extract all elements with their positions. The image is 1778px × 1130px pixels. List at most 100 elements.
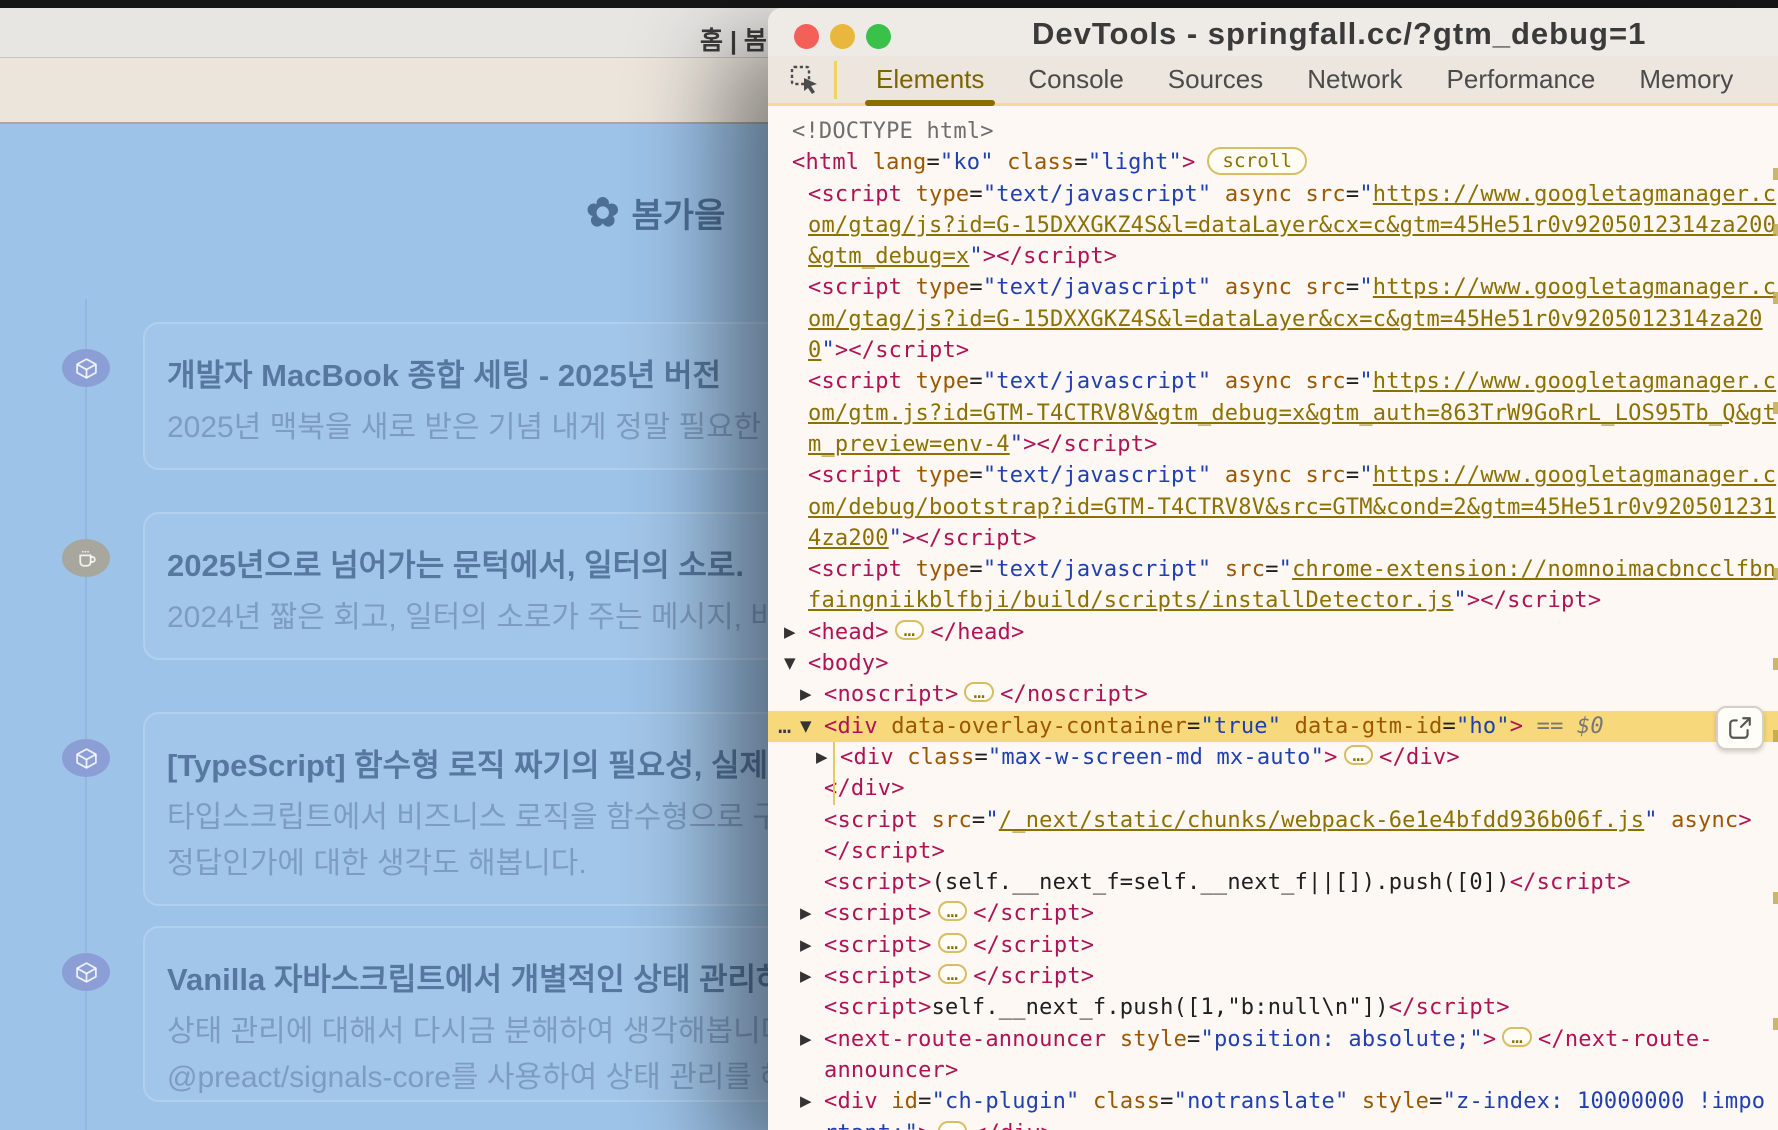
expand-inline-icon[interactable]: …: [1502, 1027, 1532, 1047]
elements-tree-row[interactable]: om/gtag/js?id=G-15DXXGKZ4S&l=dataLayer&c…: [768, 210, 1778, 241]
elements-tree-row[interactable]: announcer>: [768, 1055, 1778, 1086]
code-token: type: [916, 275, 970, 300]
elements-tree-row[interactable]: rtant;">…</div>: [768, 1118, 1778, 1130]
expand-inline-icon[interactable]: …: [938, 901, 968, 921]
post-summary-line: 상태 관리에 대해서 다시금 분해하여 생각해봅니다. 프론: [167, 1006, 860, 1050]
code-token: rtant;": [824, 1121, 918, 1130]
elements-tree-row[interactable]: om/gtag/js?id=G-15DXXGKZ4S&l=dataLayer&c…: [768, 304, 1778, 335]
code-token: [1281, 714, 1294, 739]
code-token: </div>: [824, 776, 905, 801]
code-token: ></script>: [1467, 588, 1601, 613]
site-logo[interactable]: ✿ 봄가을: [586, 188, 725, 237]
inspect-element-icon[interactable]: [788, 63, 822, 97]
elements-tree-row[interactable]: m_preview=env-4"></script>: [768, 429, 1778, 460]
elements-tree-row[interactable]: 0"></script>: [768, 335, 1778, 366]
elements-tree-row[interactable]: ▶<noscript>…</noscript>: [768, 679, 1778, 710]
disclosure-triangle-icon[interactable]: ▶: [816, 742, 840, 773]
code-token: [878, 1089, 891, 1114]
elements-tree-row[interactable]: 4za200"></script>: [768, 523, 1778, 554]
code-token: data-gtm-id: [1295, 714, 1443, 739]
elements-tree-panel[interactable]: <!DOCTYPE html><html lang="ko" class="li…: [768, 106, 1778, 1130]
scroll-badge[interactable]: scroll: [1207, 147, 1307, 175]
tab-sources[interactable]: Sources: [1151, 56, 1280, 103]
elements-tree-row[interactable]: <script type="text/javascript" async src…: [768, 366, 1778, 397]
elements-tree-row[interactable]: &gtm_debug=x"></script>: [768, 241, 1778, 272]
code-token: [1292, 369, 1305, 394]
minimize-window-button[interactable]: [830, 24, 855, 49]
elements-tree-row[interactable]: <script type="text/javascript" async src…: [768, 460, 1778, 491]
code-token: [1211, 557, 1224, 582]
expand-inline-icon[interactable]: …: [964, 682, 994, 702]
post-summary-line: 정답인가에 대한 생각도 해봅니다.: [167, 838, 587, 882]
elements-tree-row[interactable]: ▶<div id="ch-plugin" class="notranslate"…: [768, 1086, 1778, 1117]
disclosure-triangle-icon[interactable]: ▼: [784, 648, 808, 679]
elements-tree-row[interactable]: ▶<script>…</script>: [768, 930, 1778, 961]
disclosure-triangle-icon[interactable]: ▶: [800, 961, 824, 992]
code-token: class: [907, 745, 974, 770]
code-token: ": [1279, 557, 1292, 582]
tab-performance[interactable]: Performance: [1430, 56, 1613, 103]
disclosure-triangle-icon[interactable]: ▶: [800, 898, 824, 929]
elements-tree-row[interactable]: <script type="text/javascript" src="chro…: [768, 554, 1778, 585]
code-token: style: [1362, 1089, 1429, 1114]
tab-network[interactable]: Network: [1290, 56, 1419, 103]
elements-tree-row[interactable]: om/gtm.js?id=GTM-T4CTRV8V&gtm_debug=x&gt…: [768, 398, 1778, 429]
elements-tree-row[interactable]: <script type="text/javascript" async src…: [768, 179, 1778, 210]
code-token: =: [972, 808, 985, 833]
elements-tree-row[interactable]: <script src="/_next/static/chunks/webpac…: [768, 805, 1778, 836]
disclosure-triangle-icon[interactable]: ▶: [784, 617, 808, 648]
expand-inline-icon[interactable]: …: [895, 620, 925, 640]
code-token: "text/javascript": [983, 557, 1212, 582]
code-token: ": [1359, 369, 1372, 394]
tab-console[interactable]: Console: [1011, 56, 1140, 103]
code-token: "light": [1088, 150, 1182, 175]
disclosure-triangle-icon[interactable]: ▶: [800, 930, 824, 961]
code-token: [918, 808, 931, 833]
elements-tree-row[interactable]: ▶<script>…</script>: [768, 961, 1778, 992]
code-token: om/debug/bootstrap?id=GTM-T4CTRV8V&src=G…: [808, 495, 1776, 520]
tab-elements[interactable]: Elements: [859, 56, 1001, 103]
elements-tree-row[interactable]: <script>(self.__next_f=self.__next_f||[]…: [768, 867, 1778, 898]
code-token: >: [1483, 1027, 1496, 1052]
elements-tree-row[interactable]: ▶<next-route-announcer style="position: …: [768, 1024, 1778, 1055]
disclosure-triangle-icon[interactable]: ▶: [800, 1024, 824, 1055]
code-token: <div: [824, 714, 878, 739]
code-token: data-overlay-container: [891, 714, 1187, 739]
elements-tree-row[interactable]: ▶<div class="max-w-screen-md mx-auto">…<…: [768, 742, 1778, 773]
expand-inline-icon[interactable]: …: [938, 933, 968, 953]
expand-inline-icon[interactable]: …: [1344, 745, 1374, 765]
close-window-button[interactable]: [794, 24, 819, 49]
code-token: [1348, 1089, 1361, 1114]
zoom-window-button[interactable]: [866, 24, 891, 49]
disclosure-triangle-icon[interactable]: ▼: [800, 711, 824, 742]
elements-tree-row-selected[interactable]: …▼<div data-overlay-container="true" dat…: [768, 711, 1778, 742]
elements-tree-row[interactable]: <html lang="ko" class="light">scroll: [768, 147, 1778, 178]
code-token: </script>: [973, 933, 1094, 958]
disclosure-triangle-icon[interactable]: ▶: [800, 1086, 824, 1117]
row-menu-dots-icon[interactable]: …: [778, 711, 793, 742]
elements-tree-row[interactable]: om/debug/bootstrap?id=GTM-T4CTRV8V&src=G…: [768, 492, 1778, 523]
elements-tree-row[interactable]: ▶<script>…</script>: [768, 898, 1778, 929]
scroll-mark: [1773, 224, 1778, 236]
code-token: [894, 745, 907, 770]
elements-tree-row[interactable]: <script type="text/javascript" async src…: [768, 272, 1778, 303]
elements-tree-row[interactable]: </script>: [768, 836, 1778, 867]
disclosure-triangle-icon[interactable]: ▶: [800, 679, 824, 710]
code-token: src: [1225, 557, 1265, 582]
timeline-line: [85, 299, 87, 1130]
elements-tree-row[interactable]: faingniikblfbji/build/scripts/installDet…: [768, 585, 1778, 616]
expand-inline-icon[interactable]: …: [938, 1121, 968, 1130]
code-token: =: [918, 1089, 931, 1114]
elements-tree-row[interactable]: <!DOCTYPE html>: [768, 116, 1778, 147]
cube-icon: [62, 953, 110, 991]
code-token: [1211, 369, 1224, 394]
devtools-titlebar[interactable]: DevTools - springfall.cc/?gtm_debug=1: [768, 8, 1778, 57]
elements-tree-row[interactable]: ▼<body>: [768, 648, 1778, 679]
expand-inline-icon[interactable]: …: [938, 964, 968, 984]
code-token: =: [1346, 369, 1359, 394]
tab-memory[interactable]: Memory: [1622, 56, 1750, 103]
elements-tree-row[interactable]: <script>self.__next_f.push([1,"b:null\n"…: [768, 992, 1778, 1023]
scrollbar-marks[interactable]: [1773, 106, 1778, 1130]
elements-tree-row[interactable]: </div>: [768, 773, 1778, 804]
elements-tree-row[interactable]: ▶<head>…</head>: [768, 617, 1778, 648]
